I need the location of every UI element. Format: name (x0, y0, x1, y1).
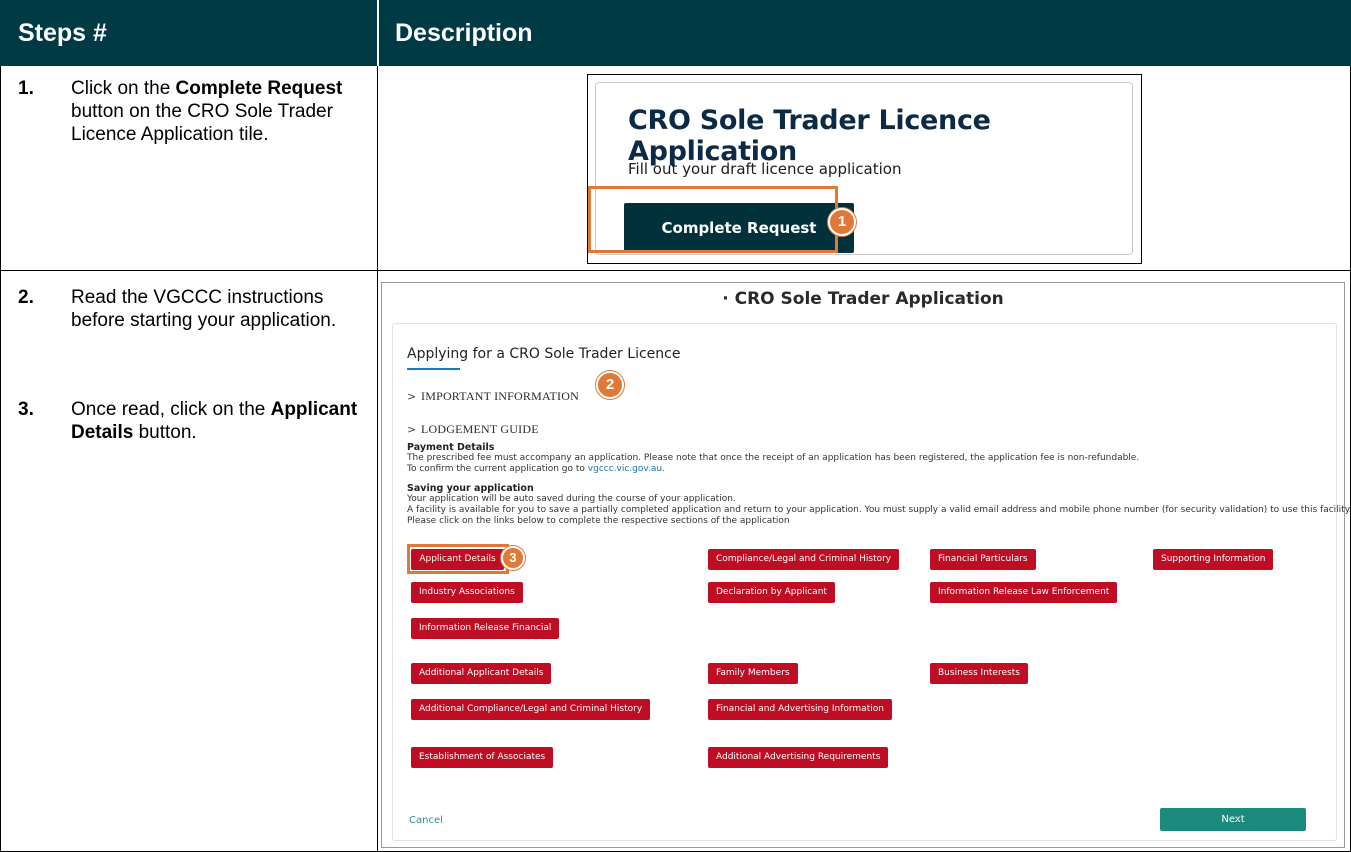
instruction-table: Steps # Description 1. Click on the Comp… (0, 0, 1351, 852)
accordion-lodgement-guide[interactable]: > LODGEMENT GUIDE (407, 422, 539, 437)
tile-title: CRO Sole Trader Licence Application (628, 105, 991, 167)
info-release-financial-button[interactable]: Information Release Financial (411, 618, 560, 639)
accordion-important-information[interactable]: > IMPORTANT INFORMATION (407, 389, 579, 404)
applicant-details-highlight (407, 544, 509, 574)
family-members-button[interactable]: Family Members (708, 663, 798, 684)
callout-badge-3: 3 (501, 546, 525, 570)
callout-badge-1: 1 (828, 208, 856, 236)
chevron-right-icon: > (407, 390, 417, 403)
business-interests-button[interactable]: Business Interests (930, 663, 1028, 684)
establishment-associates-button[interactable]: Establishment of Associates (411, 747, 554, 768)
saving-line-3: Please click on the links below to compl… (407, 516, 790, 526)
declaration-button[interactable]: Declaration by Applicant (708, 582, 835, 603)
table-header: Steps # Description (0, 0, 1351, 66)
vgccc-link[interactable]: vgccc.vic.gov.au. (588, 464, 665, 474)
tile-subtitle: Fill out your draft licence application (628, 160, 902, 178)
step-1-text: Click on the Complete Request button on … (71, 78, 343, 145)
additional-applicant-button[interactable]: Additional Applicant Details (411, 663, 552, 684)
heading-underline (407, 368, 460, 370)
panel-heading: Applying for a CRO Sole Trader Licence (407, 346, 681, 362)
step-2-number: 2. (18, 287, 34, 308)
column-divider (377, 66, 378, 852)
additional-compliance-button[interactable]: Additional Compliance/Legal and Criminal… (411, 699, 651, 720)
header-description: Description (395, 19, 533, 47)
application-screenshot: · CRO Sole Trader Application Applying f… (381, 282, 1351, 848)
compliance-button[interactable]: Compliance/Legal and Criminal History (708, 549, 900, 570)
step-2-text: Read the VGCCC instructions before start… (71, 287, 337, 331)
form-title: · CRO Sole Trader Application (722, 289, 1004, 309)
supporting-information-button[interactable]: Supporting Information (1153, 549, 1274, 570)
financial-particulars-button[interactable]: Financial Particulars (930, 549, 1036, 570)
callout-badge-2: 2 (596, 371, 624, 399)
saving-line-2: A facility is available for you to save … (407, 505, 1351, 515)
header-steps: Steps # (18, 19, 107, 47)
step-3-number: 3. (18, 399, 34, 420)
header-divider (377, 0, 379, 66)
step-3-text: Once read, click on the Applicant Detail… (71, 399, 358, 443)
payment-line-2: To confirm the current application go to… (407, 464, 665, 474)
payment-line-1: The prescribed fee must accompany an app… (407, 453, 1140, 463)
cancel-link[interactable]: Cancel (409, 815, 443, 826)
complete-request-highlight (588, 186, 838, 253)
industry-associations-button[interactable]: Industry Associations (411, 582, 523, 603)
info-release-law-button[interactable]: Information Release Law Enforcement (930, 582, 1118, 603)
payment-heading: Payment Details (407, 442, 495, 453)
tile-screenshot: CRO Sole Trader Licence Application Fill… (587, 74, 1142, 264)
next-button[interactable]: Next (1160, 808, 1306, 831)
financial-advertising-button[interactable]: Financial and Advertising Information (708, 699, 892, 720)
application-panel: Applying for a CRO Sole Trader Licence >… (392, 323, 1351, 841)
table-border-left (0, 66, 1, 852)
chevron-right-icon: > (407, 423, 417, 436)
saving-line-1: Your application will be auto saved duri… (407, 494, 736, 504)
saving-heading: Saving your application (407, 483, 534, 494)
row-divider (0, 270, 1351, 271)
step-1-number: 1. (18, 78, 34, 99)
additional-advertising-button[interactable]: Additional Advertising Requirements (708, 747, 889, 768)
